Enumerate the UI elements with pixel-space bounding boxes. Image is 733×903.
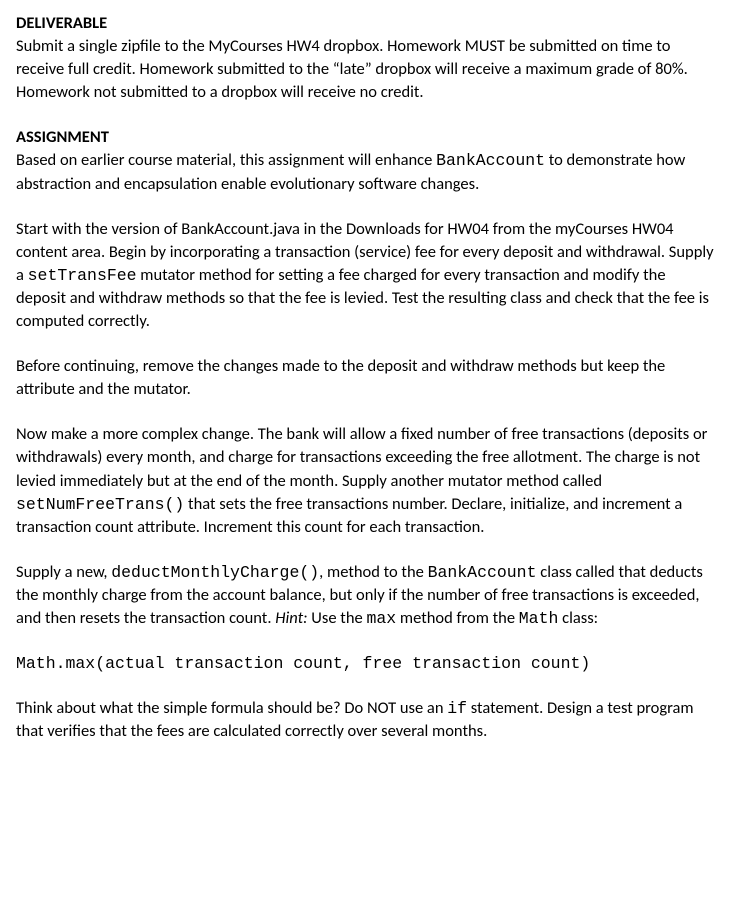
code-example-line: Math.max(actual transaction count, free … — [16, 652, 717, 675]
deliverable-section: DELIVERABLE Submit a single zipfile to t… — [16, 12, 717, 104]
assignment-p1: Based on earlier course material, this a… — [16, 149, 717, 195]
p5-code-math: Math — [519, 609, 559, 628]
assignment-section: ASSIGNMENT Based on earlier course mater… — [16, 126, 717, 743]
p5-code-max: max — [366, 609, 396, 628]
assignment-p3: Before continuing, remove the changes ma… — [16, 355, 717, 401]
p5-text-e: method from the — [396, 608, 519, 628]
assignment-p2: Start with the version of BankAccount.ja… — [16, 218, 717, 333]
p6-code-if: if — [447, 699, 467, 718]
p1-code-bankaccount: BankAccount — [436, 151, 545, 170]
p5-text-a: Supply a new, — [16, 562, 111, 582]
deliverable-text: Submit a single zipfile to the MyCourses… — [16, 35, 717, 104]
p5-hint-label: Hint: — [275, 608, 307, 628]
p4-code-setnumfreetrans: setNumFreeTrans() — [16, 495, 184, 514]
deliverable-heading: DELIVERABLE — [16, 12, 717, 35]
assignment-p4: Now make a more complex change. The bank… — [16, 423, 717, 538]
assignment-p6: Think about what the simple formula shou… — [16, 697, 717, 743]
p5-text-f: class: — [558, 608, 598, 628]
p2-code-settransfee: setTransFee — [28, 266, 137, 285]
p5-text-d: Use the — [308, 608, 367, 628]
p5-code-deductmonthlycharge: deductMonthlyCharge() — [111, 563, 319, 582]
p5-code-bankaccount: BankAccount — [428, 563, 537, 582]
p4-text-a: Now make a more complex change. The bank… — [16, 424, 707, 490]
p5-text-b: , method to the — [319, 562, 427, 582]
assignment-p5: Supply a new, deductMonthlyCharge(), met… — [16, 561, 717, 630]
p6-text-a: Think about what the simple formula shou… — [16, 698, 447, 718]
p1-text-a: Based on earlier course material, this a… — [16, 150, 436, 170]
assignment-heading: ASSIGNMENT — [16, 126, 717, 149]
